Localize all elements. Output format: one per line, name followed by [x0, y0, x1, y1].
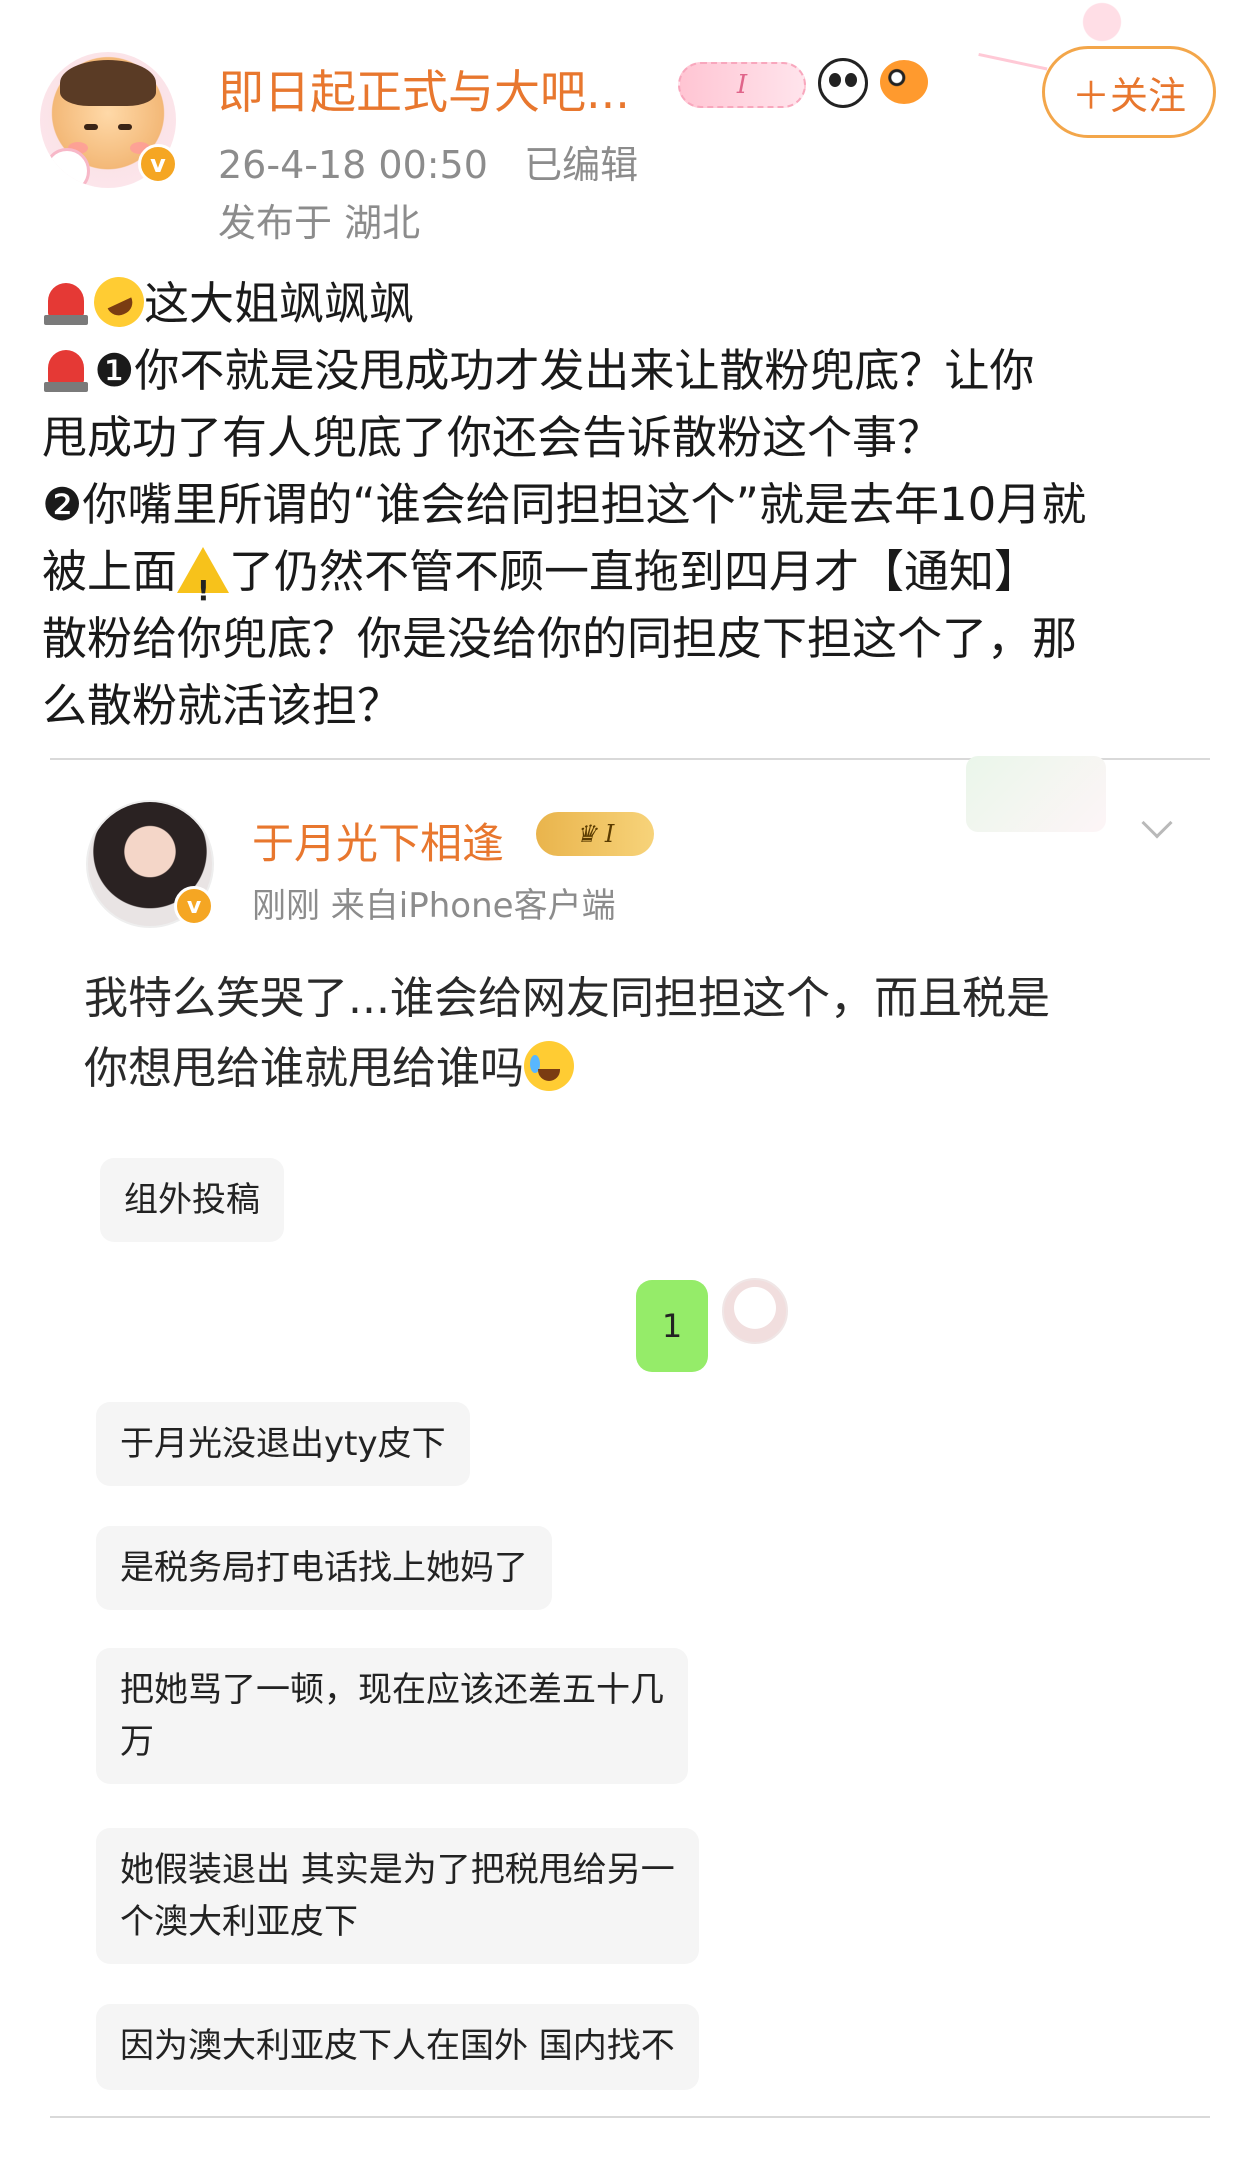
post-line: 被上面 — [42, 545, 178, 598]
post-line: 了仍然不管不顾一直拖到四月才【通知】 — [229, 545, 1040, 598]
chevron-down-icon — [1141, 807, 1173, 839]
siren-icon — [42, 346, 90, 394]
verified-icon: v — [138, 144, 178, 184]
post-line: ❶你不就是没甩成功才发出来让散粉兜底？让你 — [94, 344, 1035, 397]
level-badge[interactable]: I — [678, 62, 806, 108]
embedded-line: 你想甩给谁就甩给谁吗 — [84, 1043, 524, 1094]
verified-icon: v — [174, 886, 214, 926]
divider — [50, 2116, 1210, 2118]
post-meta: 26-4-18 00:50 已编辑 — [218, 134, 638, 189]
laugh-icon — [85, 268, 153, 336]
decoration-sticker — [966, 756, 1106, 832]
follow-button[interactable]: ＋关注 — [1042, 46, 1216, 138]
chat-message: 于月光没退出yty皮下 — [96, 1402, 470, 1486]
username[interactable]: 即日起正式与大吧... — [218, 56, 630, 122]
embedded-line: 我特么笑哭了...谁会给网友同担担这个，而且税是 — [84, 973, 1050, 1024]
decoration-ribbon — [974, 52, 1048, 89]
post-line: ❷你嘴里所谓的“谁会给同担担这个”就是去年10月就 — [42, 478, 1087, 531]
chat-message: 她假装退出 其实是为了把税甩给另一 个澳大利亚皮下 — [96, 1828, 699, 1964]
embedded-meta: 刚刚 来自iPhone客户端 — [252, 886, 616, 926]
edited-label[interactable]: 已编辑 — [524, 143, 638, 187]
cry-laugh-icon — [524, 1041, 574, 1091]
siren-icon — [42, 279, 90, 327]
chat-message: 把她骂了一顿，现在应该还差五十几 万 — [96, 1648, 688, 1784]
chat-avatar — [722, 1278, 788, 1344]
post-line: 这大姐飒飒飒 — [144, 277, 415, 330]
embedded-text: 我特么笑哭了...谁会给网友同担担这个，而且税是 你想甩给谁就甩给谁吗 — [84, 964, 1184, 1104]
chat-message: 是税务局打电话找上她妈了 — [96, 1526, 552, 1610]
crown-badge: ♛ I — [536, 812, 654, 856]
panda-icon — [818, 58, 868, 108]
timestamp: 26-4-18 00:50 — [218, 143, 488, 187]
location: 发布于 湖北 — [218, 201, 421, 245]
post-line: 么散粉就活该担？ — [42, 679, 403, 732]
decoration-bunny — [1060, 2, 1144, 42]
warning-icon — [177, 547, 230, 624]
group-label: 组外投稿 — [100, 1158, 284, 1242]
chat-message: 因为澳大利亚皮下人在国外 国内找不 — [96, 2004, 699, 2090]
post-line: 甩成功了有人兜底了你还会告诉散粉这个事？ — [42, 411, 943, 464]
post-text: 这大姐飒飒飒 ❶你不就是没甩成功才发出来让散粉兜底？让你 甩成功了有人兜底了你还… — [42, 268, 1222, 739]
fish-icon — [880, 60, 928, 104]
embedded-username: 于月光下相逢 — [252, 819, 505, 868]
reply-bubble: 1 — [636, 1280, 708, 1372]
